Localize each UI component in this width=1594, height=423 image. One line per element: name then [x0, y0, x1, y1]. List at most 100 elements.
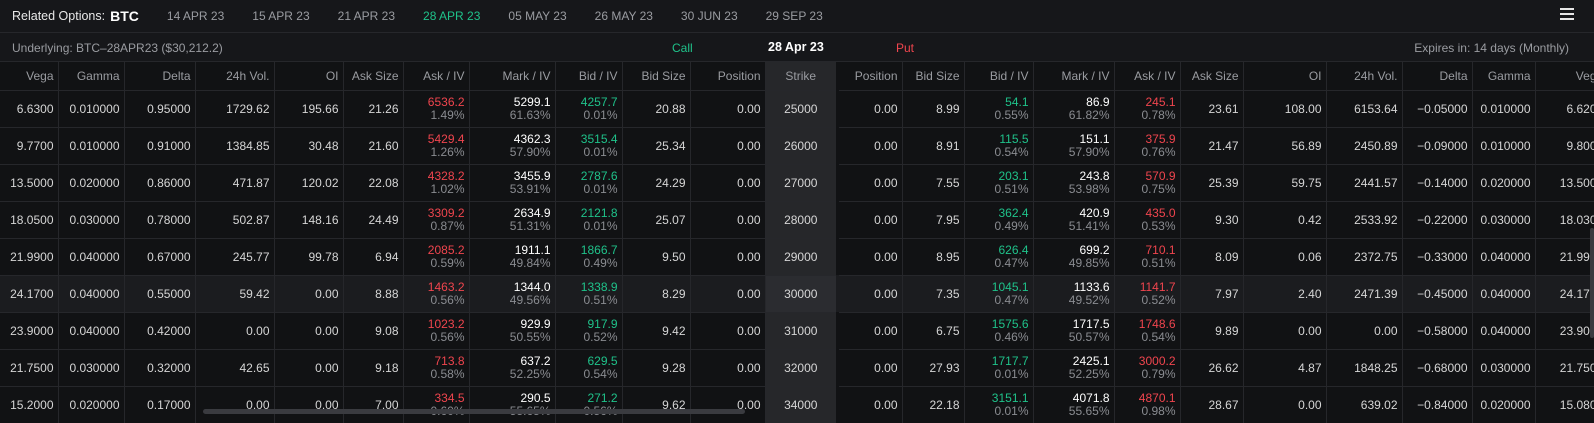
date-tab[interactable]: 14 APR 23 [167, 9, 224, 23]
put-bid-iv: 0.46% [994, 329, 1029, 344]
put-bid[interactable]: 362.4 0.49% [964, 201, 1034, 239]
call-mark[interactable]: 1344.0 49.56% [469, 275, 556, 313]
table-row[interactable]: 23.9000 0.040000 0.42000 0.00 0.00 9.08 1023.2… [0, 312, 1594, 350]
put-column-header[interactable]: Gamma [1472, 62, 1536, 91]
put-ask[interactable]: 435.0 0.53% [1114, 201, 1181, 239]
date-tab[interactable]: 15 APR 23 [252, 9, 309, 23]
put-column-header[interactable]: Ask Size [1180, 62, 1244, 91]
call-ask[interactable]: 1023.2 0.56% [403, 312, 470, 350]
put-ask[interactable]: 3000.2 0.79% [1114, 349, 1181, 387]
call-bid[interactable]: 1338.9 0.51% [555, 275, 623, 313]
call-ask[interactable]: 3309.2 0.87% [403, 201, 470, 239]
call-oi: 0.00 [274, 312, 344, 350]
put-ask[interactable]: 1748.6 0.54% [1114, 312, 1181, 350]
hamburger-menu-icon[interactable] [1560, 8, 1574, 20]
table-row[interactable]: 6.6300 0.010000 0.95000 1729.62 195.66 21.26 6… [0, 90, 1594, 128]
put-mark[interactable]: 151.1 57.90% [1033, 127, 1115, 165]
put-bid[interactable]: 54.1 0.55% [964, 90, 1034, 128]
put-mark[interactable]: 4071.8 55.65% [1033, 386, 1115, 423]
put-mark[interactable]: 2425.1 52.25% [1033, 349, 1115, 387]
vertical-scrollbar[interactable] [1590, 228, 1594, 338]
call-column-header[interactable]: Ask Size [343, 62, 404, 91]
date-tab[interactable]: 26 MAY 23 [595, 9, 653, 23]
asset-selector[interactable]: BTC [110, 8, 139, 24]
put-column-header[interactable]: Ask / IV [1114, 62, 1181, 91]
put-bid[interactable]: 203.1 0.51% [964, 164, 1034, 202]
put-column-header[interactable]: Bid Size [902, 62, 965, 91]
horizontal-scrollbar[interactable] [203, 409, 745, 414]
call-bid[interactable]: 2787.6 0.01% [555, 164, 623, 202]
call-bid[interactable]: 1866.7 0.49% [555, 238, 623, 276]
put-mark[interactable]: 243.8 53.98% [1033, 164, 1115, 202]
date-tab-active[interactable]: 28 APR 23 [423, 9, 480, 23]
call-bid[interactable]: 917.9 0.52% [555, 312, 623, 350]
call-mark[interactable]: 290.555.65% [469, 386, 556, 423]
call-bid[interactable]: 2121.8 0.01% [555, 201, 623, 239]
call-column-header[interactable]: Mark / IV [469, 62, 556, 91]
put-column-header[interactable]: Delta [1402, 62, 1473, 91]
call-bid[interactable]: 629.5 0.54% [555, 349, 623, 387]
put-bid[interactable]: 1575.6 0.46% [964, 312, 1034, 350]
call-column-header[interactable]: Delta [124, 62, 196, 91]
call-mark[interactable]: 4362.3 57.90% [469, 127, 556, 165]
put-mark[interactable]: 1717.5 50.57% [1033, 312, 1115, 350]
put-bid[interactable]: 115.5 0.54% [964, 127, 1034, 165]
call-ask[interactable]: 1463.2 0.56% [403, 275, 470, 313]
put-mark[interactable]: 86.9 61.82% [1033, 90, 1115, 128]
put-column-header[interactable]: 24h Vol. [1326, 62, 1403, 91]
table-row[interactable]: 13.5000 0.020000 0.86000 471.87 120.02 22.08 4… [0, 164, 1594, 202]
date-tab[interactable]: 29 SEP 23 [766, 9, 823, 23]
put-ask[interactable]: 4870.1 0.98% [1114, 386, 1181, 423]
put-column-header[interactable]: OI [1243, 62, 1327, 91]
call-ask[interactable]: 334.50.60% [403, 386, 470, 423]
call-bid[interactable]: 3515.4 0.01% [555, 127, 623, 165]
put-bid[interactable]: 1717.7 0.01% [964, 349, 1034, 387]
call-column-header[interactable]: Position [690, 62, 766, 91]
put-mark[interactable]: 420.9 51.41% [1033, 201, 1115, 239]
put-bid[interactable]: 626.4 0.47% [964, 238, 1034, 276]
call-column-header[interactable]: Bid / IV [555, 62, 623, 91]
call-mark[interactable]: 637.2 52.25% [469, 349, 556, 387]
put-column-header[interactable]: Bid / IV [964, 62, 1034, 91]
put-ask[interactable]: 710.1 0.51% [1114, 238, 1181, 276]
put-mark[interactable]: 1133.6 49.52% [1033, 275, 1115, 313]
table-row[interactable]: 24.1700 0.040000 0.55000 59.42 0.00 8.88 1463.… [0, 275, 1594, 313]
table-row[interactable]: 9.7700 0.010000 0.91000 1384.85 30.48 21.60 54… [0, 127, 1594, 165]
call-column-header[interactable]: Vega [0, 62, 59, 91]
call-mark[interactable]: 929.9 50.55% [469, 312, 556, 350]
call-column-header[interactable]: Bid Size [622, 62, 691, 91]
call-mark[interactable]: 1911.1 49.84% [469, 238, 556, 276]
date-tab[interactable]: 30 JUN 23 [681, 9, 738, 23]
call-column-header[interactable]: Ask / IV [403, 62, 470, 91]
date-tab[interactable]: 21 APR 23 [338, 9, 395, 23]
table-row[interactable]: 21.9900 0.040000 0.67000 245.77 99.78 6.94 208… [0, 238, 1594, 276]
put-column-header[interactable]: Veg [1535, 62, 1594, 91]
table-row[interactable]: 21.7500 0.030000 0.32000 42.65 0.00 9.18 713.8… [0, 349, 1594, 387]
put-ask[interactable]: 375.9 0.76% [1114, 127, 1181, 165]
call-mark[interactable]: 2634.9 51.31% [469, 201, 556, 239]
put-column-header[interactable]: Mark / IV [1033, 62, 1115, 91]
call-ask[interactable]: 4328.2 1.02% [403, 164, 470, 202]
strike-column-header[interactable]: Strike [765, 62, 836, 91]
date-tab[interactable]: 05 MAY 23 [508, 9, 566, 23]
call-bid[interactable]: 271.20.56% [555, 386, 623, 423]
call-mark[interactable]: 3455.9 53.91% [469, 164, 556, 202]
put-ask[interactable]: 245.1 0.78% [1114, 90, 1181, 128]
call-column-header[interactable]: 24h Vol. [195, 62, 275, 91]
put-bid[interactable]: 1045.1 0.47% [964, 275, 1034, 313]
put-ask[interactable]: 1141.7 0.52% [1114, 275, 1181, 313]
call-ask[interactable]: 5429.4 1.26% [403, 127, 470, 165]
call-column-header[interactable]: Gamma [58, 62, 125, 91]
call-ask[interactable]: 713.8 0.58% [403, 349, 470, 387]
call-ask[interactable]: 2085.2 0.59% [403, 238, 470, 276]
table-row[interactable]: 18.0500 0.030000 0.78000 502.87 148.16 24.49 3… [0, 201, 1594, 239]
table-row[interactable]: 15.20000.0200000.170000.000.007.00334.50… [0, 386, 1594, 423]
put-bid[interactable]: 3151.1 0.01% [964, 386, 1034, 423]
call-column-header[interactable]: OI [274, 62, 344, 91]
put-ask[interactable]: 570.9 0.75% [1114, 164, 1181, 202]
call-ask[interactable]: 6536.2 1.49% [403, 90, 470, 128]
call-bid[interactable]: 4257.7 0.01% [555, 90, 623, 128]
call-mark[interactable]: 5299.1 61.63% [469, 90, 556, 128]
put-mark[interactable]: 699.2 49.85% [1033, 238, 1115, 276]
put-column-header[interactable]: Position [839, 62, 903, 91]
